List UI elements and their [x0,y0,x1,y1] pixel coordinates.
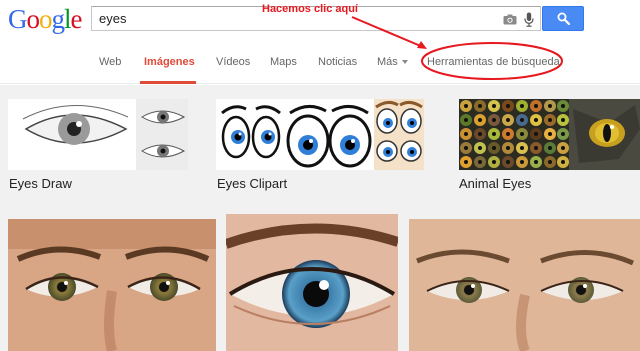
active-tab-indicator [140,81,196,84]
mic-icon[interactable] [520,10,538,28]
tab-web[interactable]: Web [99,56,121,68]
logo-letter: G [8,4,27,34]
search-tabs: Web Imágenes Vídeos Maps Noticias Más He… [0,42,640,84]
tab-videos[interactable]: Vídeos [216,56,250,68]
related-search-eyes-draw[interactable] [8,99,188,170]
image-result-photo [226,214,398,351]
tab-more-label: Más [377,56,398,68]
animal-eyes-mosaic [459,99,569,170]
eyes-clipart-thumbnail [216,99,424,170]
logo-letter: o [26,4,40,34]
image-result[interactable] [409,219,640,351]
chevron-down-icon [401,60,408,65]
related-search-animal-eyes[interactable] [459,99,640,170]
animal-eyes-thumbnail [459,99,640,170]
related-label-eyes-clipart[interactable]: Eyes Clipart [217,176,287,191]
tab-news[interactable]: Noticias [318,56,357,68]
camera-icon[interactable] [501,10,519,28]
tab-images[interactable]: Imágenes [144,56,195,68]
logo-letter: e [70,4,83,34]
tab-maps[interactable]: Maps [270,56,297,68]
google-logo[interactable]: G o o g l e [8,4,82,34]
search-icon [557,12,570,25]
logo-letter: o [39,4,52,34]
image-result[interactable] [226,214,398,351]
annotation-text: Hacemos clic aquí [262,3,358,15]
related-label-animal-eyes[interactable]: Animal Eyes [459,176,531,191]
image-result[interactable] [8,219,216,351]
logo-letter: g [51,4,65,34]
related-search-eyes-clipart[interactable] [216,99,424,170]
image-result-photo [8,219,216,351]
image-result-photo [409,219,640,351]
related-label-eyes-draw[interactable]: Eyes Draw [9,176,72,191]
search-tools-button[interactable]: Herramientas de búsqueda [427,56,560,68]
search-button[interactable] [542,6,584,31]
eyes-draw-thumbnail [8,99,188,170]
tab-more[interactable]: Más [377,56,408,68]
